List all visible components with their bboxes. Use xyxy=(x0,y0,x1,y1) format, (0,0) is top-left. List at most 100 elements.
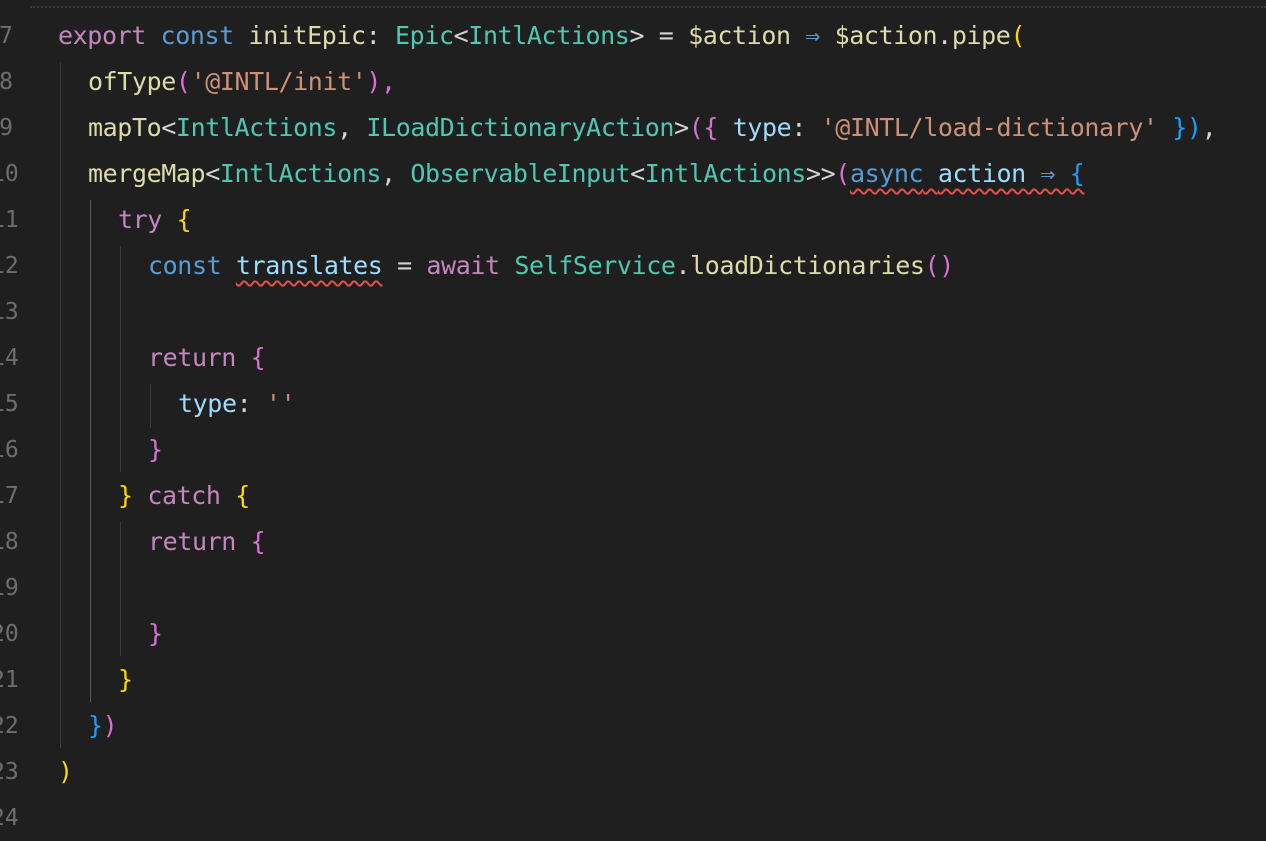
punctuation: < xyxy=(161,113,176,142)
bracket: ( xyxy=(175,67,191,96)
indent-guide xyxy=(120,522,121,656)
editor-top-divider xyxy=(30,6,1266,10)
code-line-17[interactable]: } catch { xyxy=(118,473,250,519)
code-line-23[interactable]: ) xyxy=(58,749,73,795)
punctuation: = xyxy=(382,251,427,280)
punctuation: < xyxy=(630,159,645,188)
bracket: { xyxy=(176,205,192,234)
line-number: 13 xyxy=(0,299,19,325)
line-number: 21 xyxy=(0,667,19,693)
string-literal: '@INTL/load-dictionary' xyxy=(820,113,1158,142)
line-number: 9 xyxy=(0,115,13,141)
keyword: return xyxy=(148,527,236,556)
line-number: 10 xyxy=(0,161,19,187)
string-literal: '' xyxy=(265,389,296,418)
function-call: ofType xyxy=(88,67,176,96)
type-name: IntlActions xyxy=(468,21,630,50)
code-line-22[interactable]: }) xyxy=(88,703,118,749)
punctuation: < xyxy=(205,159,220,188)
indent-guide xyxy=(90,200,91,702)
punctuation: , xyxy=(381,159,411,188)
code-line-20[interactable]: } xyxy=(148,611,163,657)
punctuation: : xyxy=(236,389,266,418)
bracket: { xyxy=(250,343,266,372)
code-line-18[interactable]: return { xyxy=(148,519,266,565)
keyword: await xyxy=(426,251,500,280)
code-line-21[interactable]: } xyxy=(118,657,133,703)
line-number: 19 xyxy=(0,575,19,601)
bracket: }) xyxy=(1157,113,1202,142)
punctuation: . xyxy=(937,21,952,50)
code-line-11[interactable]: try { xyxy=(118,197,192,243)
variable: translates xyxy=(235,251,383,280)
code-line-15[interactable]: type: '' xyxy=(178,381,296,427)
keyword: const xyxy=(160,21,235,50)
bracket: ), xyxy=(366,67,396,96)
punctuation: > xyxy=(674,113,689,142)
code-line-10[interactable]: mergeMap<IntlActions, ObservableInput<In… xyxy=(88,151,1085,197)
bracket: { xyxy=(250,527,266,556)
indent-guide xyxy=(150,384,151,428)
keyword: catch xyxy=(147,481,221,510)
property: type xyxy=(732,113,792,142)
type-name: SelfService xyxy=(514,251,676,280)
keyword: export xyxy=(58,21,146,50)
bracket: } xyxy=(88,711,103,740)
punctuation: < xyxy=(453,21,469,50)
bracket: } xyxy=(148,619,163,648)
bracket: ({ xyxy=(688,113,719,142)
code-line-12[interactable]: const translates = await SelfService.loa… xyxy=(148,243,954,289)
code-line-16[interactable]: } xyxy=(148,427,163,473)
line-number: 14 xyxy=(0,345,19,371)
code-line-14[interactable]: return { xyxy=(148,335,266,381)
line-number: 20 xyxy=(0,621,19,647)
code-line-8[interactable]: ofType('@INTL/init'), xyxy=(88,59,396,105)
punctuation: : xyxy=(365,21,396,50)
bracket: ( xyxy=(835,159,850,188)
type-name: IntlActions xyxy=(175,113,338,142)
identifier: initEpic xyxy=(248,21,367,50)
code-line-9[interactable]: mapTo<IntlActions, ILoadDictionaryAction… xyxy=(88,105,1217,151)
type-name: IntlActions xyxy=(219,159,382,188)
line-number: 24 xyxy=(0,805,19,831)
keyword: const xyxy=(148,251,222,280)
bracket: ( xyxy=(1010,21,1026,50)
bracket: { xyxy=(235,481,250,510)
line-number: 17 xyxy=(0,483,19,509)
line-number: 15 xyxy=(0,391,19,417)
keyword: try xyxy=(118,205,162,234)
line-number: 18 xyxy=(0,529,19,555)
code-line-7[interactable]: export const initEpic: Epic<IntlActions>… xyxy=(58,13,1025,59)
function-call: pipe xyxy=(951,21,1011,50)
bracket: } xyxy=(118,481,133,510)
property: type xyxy=(178,389,237,418)
type-name: ILoadDictionaryAction xyxy=(366,113,675,142)
indent-guide xyxy=(60,62,61,748)
string-literal: '@INTL/init' xyxy=(190,67,367,96)
punctuation: >> xyxy=(805,159,836,188)
line-number: 16 xyxy=(0,437,19,463)
punctuation: , xyxy=(1201,113,1217,142)
arrow-operator: ⇒ xyxy=(790,21,835,50)
bracket: ) xyxy=(102,711,118,740)
identifier: $action xyxy=(688,21,791,50)
punctuation: . xyxy=(675,251,691,280)
bracket: } xyxy=(118,665,133,694)
type-name: ObservableInput xyxy=(410,159,631,188)
punctuation: > = xyxy=(629,21,689,50)
type-name: Epic xyxy=(395,21,454,50)
line-number: 12 xyxy=(0,253,19,279)
bracket: { xyxy=(1069,159,1085,188)
keyword: return xyxy=(148,343,236,372)
type-name: IntlActions xyxy=(644,159,807,188)
keyword: async xyxy=(849,159,924,188)
line-number: 22 xyxy=(0,713,19,739)
code-editor[interactable]: 7 8 9 10 11 12 13 14 15 16 17 18 19 20 2… xyxy=(0,0,1266,836)
arrow-operator: ⇒ xyxy=(1025,159,1070,188)
bracket: ) xyxy=(58,757,73,786)
function-call: mapTo xyxy=(88,113,162,142)
line-number: 8 xyxy=(0,69,13,95)
parameter: action xyxy=(937,159,1026,188)
line-number: 11 xyxy=(0,207,19,233)
punctuation: , xyxy=(337,113,367,142)
